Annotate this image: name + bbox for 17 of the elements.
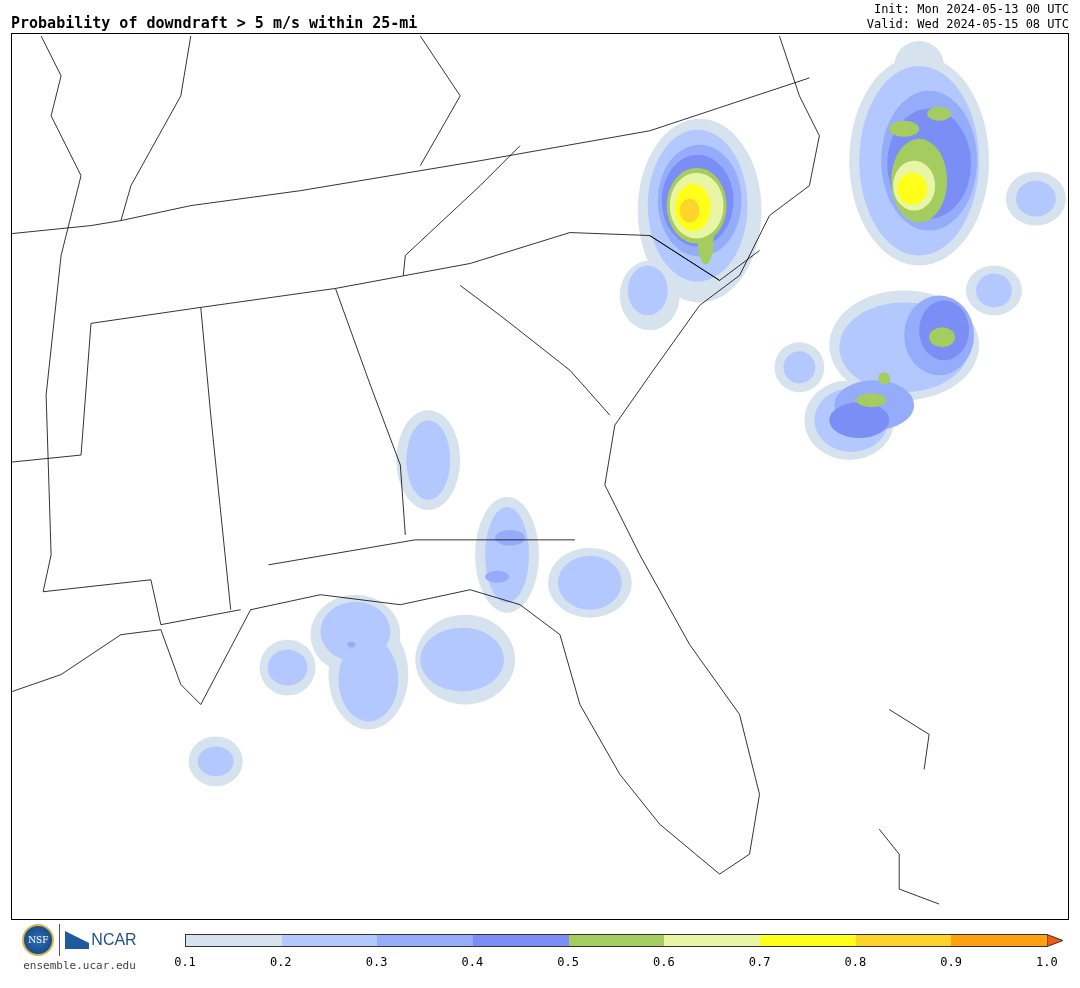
colorbar-label: 0.4 xyxy=(460,955,485,969)
colorbar-label: 0.5 xyxy=(556,955,580,969)
init-time: Init: Mon 2024-05-13 00 UTC xyxy=(873,2,1069,17)
colorbar-label: 0.9 xyxy=(939,955,963,969)
colorbar-label: 0.3 xyxy=(364,955,389,969)
colorbar-label: 1.0 xyxy=(1035,955,1059,969)
valid-time: Valid: Wed 2024-05-15 08 UTC xyxy=(866,17,1069,32)
colorbar-label: 0.1 xyxy=(173,955,197,969)
colorbar-label: 0.6 xyxy=(652,955,676,969)
colorbar-label: 0.8 xyxy=(843,955,868,969)
ncar-logo: NCAR xyxy=(65,931,137,949)
colorbar-arrow-icon xyxy=(1047,934,1064,947)
site-url: ensemble.ucar.edu xyxy=(23,959,136,972)
colorbar-label: 0.2 xyxy=(268,955,293,969)
colorbar-label: 0.7 xyxy=(747,955,772,969)
map-title: Probability of downdraft > 5 m/s within 25-mi xyxy=(11,14,418,32)
nsf-logo: NSF xyxy=(22,924,55,956)
